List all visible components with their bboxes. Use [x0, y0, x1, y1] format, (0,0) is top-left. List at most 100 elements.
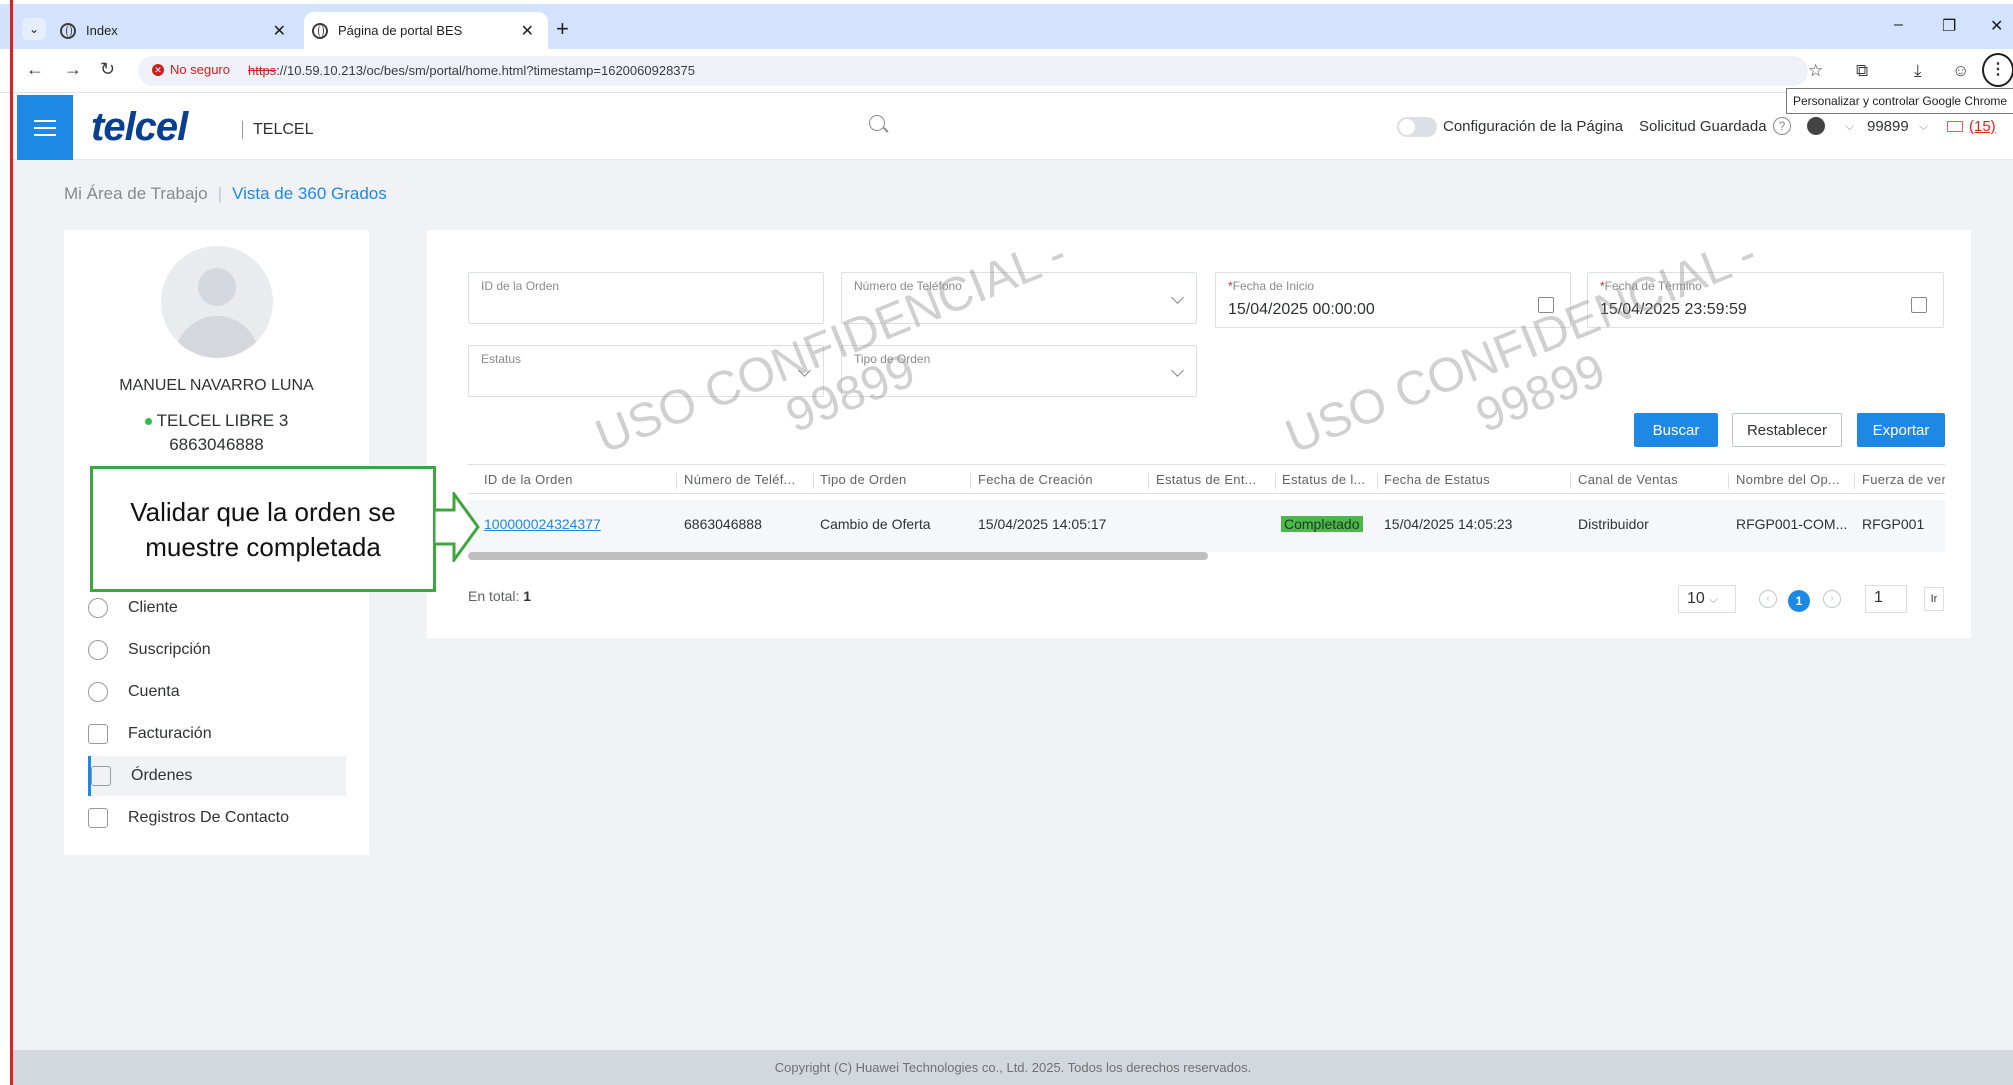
language-globe-icon[interactable] — [1807, 117, 1825, 135]
chevron-down-icon — [1171, 291, 1184, 304]
hamburger-menu-icon[interactable] — [17, 95, 73, 160]
chevron-down-icon[interactable]: ⌵ — [1845, 119, 1854, 134]
profile-icon[interactable]: ☺ — [1952, 61, 1969, 81]
column-header[interactable]: Estatus de l... — [1282, 472, 1378, 487]
total-count: En total: 1 — [468, 588, 532, 604]
close-tab-icon[interactable]: ✕ — [521, 21, 534, 41]
browser-tab-index[interactable]: Index ✕ — [60, 12, 300, 49]
cell-status-date: 15/04/2025 14:05:23 — [1384, 516, 1513, 532]
calendar-icon[interactable] — [1911, 297, 1927, 313]
customer-phone: 6863046888 — [169, 435, 264, 454]
menu-item-ordenes[interactable]: Órdenes — [88, 756, 346, 796]
callout-line-2: muestre completada — [145, 532, 381, 562]
calendar-icon[interactable] — [1538, 297, 1554, 313]
not-secure-badge[interactable]: ✕ No seguro — [152, 62, 230, 77]
avatar — [161, 246, 273, 358]
new-tab-icon[interactable]: + — [556, 16, 569, 42]
cell-created: 15/04/2025 14:05:17 — [978, 516, 1107, 532]
callout-arrow-icon — [434, 492, 480, 562]
page-config-toggle[interactable] — [1397, 117, 1437, 137]
column-header[interactable]: Nombre del Op... — [1736, 472, 1854, 487]
chevron-down-icon[interactable]: ⌵ — [1919, 119, 1928, 134]
restore-icon[interactable]: ❐ — [1942, 16, 1956, 36]
reset-button[interactable]: Restablecer — [1732, 413, 1842, 447]
saved-request-link[interactable]: Solicitud Guardada — [1639, 118, 1767, 135]
page-size-select[interactable]: 10 ⌵ — [1678, 585, 1736, 613]
table-horizontal-scrollbar[interactable] — [468, 552, 1945, 560]
close-tab-icon[interactable]: ✕ — [273, 21, 286, 41]
callout-line-1: Validar que la orden se — [130, 497, 396, 527]
menu-item-suscripcion[interactable]: Suscripción — [88, 630, 346, 670]
reload-icon[interactable]: ↻ — [100, 59, 115, 80]
chevron-down-icon — [798, 364, 811, 377]
browser-tab-portal[interactable]: Página de portal BES ✕ — [304, 12, 548, 49]
back-icon[interactable]: ← — [26, 59, 44, 80]
column-header[interactable]: Fecha de Estatus — [1384, 472, 1554, 487]
cell-phone: 6863046888 — [684, 516, 762, 532]
order-id-field[interactable]: ID de la Orden — [468, 272, 824, 324]
order-type-select[interactable]: Tipo de Orden — [841, 345, 1197, 397]
order-id-link[interactable]: 100000024324377 — [484, 516, 601, 532]
menu-item-cuenta[interactable]: Cuenta — [88, 672, 346, 712]
end-date-field[interactable]: *Fecha de Término 15/04/2025 23:59:59 — [1587, 272, 1944, 328]
bookmark-star-icon[interactable]: ☆ — [1808, 61, 1823, 81]
brand-name: TELCEL — [253, 121, 314, 138]
tab-search-chevron-icon[interactable]: ⌄ — [22, 18, 46, 40]
url-text: https://10.59.10.213/oc/bes/sm/portal/ho… — [248, 63, 695, 78]
account-icon — [88, 682, 108, 702]
download-icon[interactable]: ⤓ — [1914, 61, 1922, 81]
table-row[interactable]: 100000024324377 6863046888 Cambio de Ofe… — [468, 500, 1945, 552]
search-icon[interactable] — [869, 115, 885, 131]
phone-number-select[interactable]: Número de Teléfono — [841, 272, 1197, 324]
page-config-label[interactable]: Configuración de la Página — [1443, 118, 1623, 135]
menu-tooltip: Personalizar y controlar Google Chrome — [1786, 88, 2013, 114]
user-icon — [88, 598, 108, 618]
message-count[interactable]: (15) — [1969, 118, 1996, 135]
export-button[interactable]: Exportar — [1857, 413, 1945, 447]
goto-page-input[interactable]: 1 — [1865, 585, 1907, 613]
address-bar[interactable]: ✕ No seguro https://10.59.10.213/oc/bes/… — [138, 56, 1808, 86]
column-header[interactable]: Tipo de Orden — [820, 472, 960, 487]
column-header[interactable]: Canal de Ventas — [1578, 472, 1728, 487]
menu-item-label: Registros De Contacto — [128, 809, 289, 826]
column-header[interactable]: Estatus de Ent... — [1156, 472, 1276, 487]
breadcrumb: Mi Área de Trabajo | Vista de 360 Grados — [64, 184, 387, 203]
globe-icon — [60, 22, 76, 39]
menu-item-registros-contacto[interactable]: Registros De Contacto — [88, 798, 346, 838]
menu-item-facturacion[interactable]: Facturación — [88, 714, 346, 754]
cell-operator: RFGP001-COM... — [1736, 516, 1846, 532]
user-code[interactable]: 99899 — [1867, 118, 1909, 135]
invoice-icon — [88, 724, 108, 744]
start-date-field[interactable]: *Fecha de Inicio 15/04/2025 00:00:00 — [1215, 272, 1571, 328]
chevron-down-icon — [1171, 364, 1184, 377]
search-button[interactable]: Buscar — [1634, 413, 1718, 447]
column-header[interactable]: ID de la Orden — [484, 472, 664, 487]
forward-icon[interactable]: → — [64, 59, 82, 80]
mail-icon[interactable] — [1947, 121, 1963, 132]
column-header[interactable]: Número de Teléf... — [684, 472, 808, 487]
breadcrumb-current[interactable]: Vista de 360 Grados — [232, 184, 387, 203]
app-header: telcel TELCEL Configuración de la Página… — [13, 95, 2013, 160]
breadcrumb-workspace[interactable]: Mi Área de Trabajo — [64, 184, 208, 203]
globe-icon — [312, 22, 328, 39]
chrome-menu-icon[interactable]: ⋮ — [1982, 53, 2013, 87]
menu-item-cliente[interactable]: Cliente — [88, 588, 346, 628]
close-window-icon[interactable]: ✕ — [1990, 16, 2003, 36]
extensions-icon[interactable]: ⧉ — [1856, 61, 1868, 81]
warning-icon: ✕ — [152, 63, 164, 76]
minimize-icon[interactable]: – — [1894, 16, 1903, 34]
column-header[interactable]: Fuerza de venta — [1862, 472, 1945, 487]
goto-page-button[interactable]: Ir — [1924, 587, 1944, 611]
current-page-button[interactable]: 1 — [1788, 590, 1810, 612]
next-page-icon[interactable]: › — [1823, 590, 1841, 608]
cell-sales-force: RFGP001 — [1862, 516, 1925, 532]
contact-log-icon — [88, 808, 108, 828]
help-icon[interactable]: ? — [1773, 117, 1791, 135]
tab-title: Página de portal BES — [338, 23, 463, 38]
prev-page-icon[interactable]: ‹ — [1759, 590, 1777, 608]
status-select[interactable]: Estatus — [468, 345, 824, 397]
menu-item-label: Cliente — [128, 599, 178, 616]
column-header[interactable]: Fecha de Creación — [978, 472, 1148, 487]
menu-item-label: Cuenta — [128, 683, 180, 700]
annotation-callout: Validar que la orden se muestre completa… — [90, 466, 436, 592]
